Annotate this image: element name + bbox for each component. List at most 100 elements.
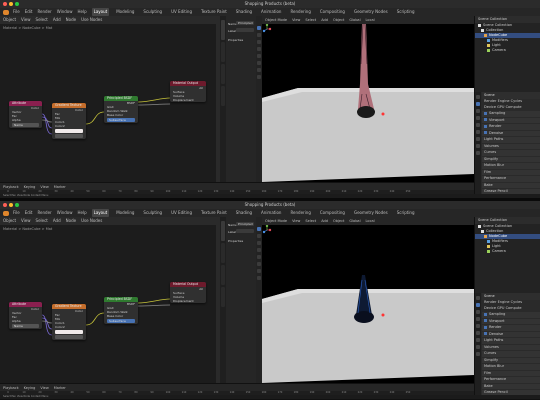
timeline-menu-view[interactable]: View: [40, 386, 48, 390]
menu-edit[interactable]: Edit: [25, 209, 33, 217]
viewport-header-add[interactable]: Add: [321, 219, 328, 223]
principled-bsdf-node[interactable]: Principled BSDF BSDF GGX Random Walk Base Co…: [104, 297, 138, 324]
menu-file[interactable]: File: [13, 8, 20, 16]
properties-row[interactable]: Bake: [482, 182, 540, 188]
attribute-node[interactable]: Attribute Color Vector Fac Alpha Name: [9, 101, 42, 128]
workspace-tab-texture-paint[interactable]: Texture Paint: [199, 209, 229, 217]
outliner-item[interactable]: Camera: [475, 249, 540, 254]
properties-row[interactable]: Motion Blur: [482, 163, 540, 169]
checkbox-icon[interactable]: [484, 118, 487, 121]
tool-tab-icon[interactable]: [476, 296, 480, 300]
modifier-tab-icon[interactable]: [476, 345, 480, 349]
node-name-field[interactable]: Principled: [236, 21, 254, 25]
cursor-tool-icon[interactable]: [257, 234, 261, 238]
attribute-name-field[interactable]: Name: [12, 123, 39, 127]
properties-row[interactable]: Film: [482, 370, 540, 376]
viewport-header-object-mode[interactable]: Object Mode: [265, 219, 287, 223]
scene-tab-icon[interactable]: [476, 123, 480, 127]
attribute-node[interactable]: Attribute Color Vector Fac Alpha Name: [9, 302, 42, 329]
menu-edit[interactable]: Edit: [25, 8, 33, 16]
sidebar-tab-node[interactable]: [221, 221, 225, 241]
checkbox-icon[interactable]: [484, 124, 487, 128]
3d-viewport[interactable]: Object Mode View Select Add Object Global Loca…: [262, 217, 474, 383]
menu-help[interactable]: Help: [77, 209, 86, 217]
timeline-menu-keying[interactable]: Keying: [24, 185, 36, 189]
workspace-tab-animation[interactable]: Animation: [259, 209, 283, 217]
properties-row[interactable]: Simplify: [482, 357, 540, 363]
node-label-field[interactable]: [236, 28, 254, 32]
node-label-field[interactable]: [236, 229, 254, 233]
scale-tool-icon[interactable]: [257, 255, 261, 259]
workspace-tab-sculpting[interactable]: Sculpting: [141, 209, 164, 217]
properties-row[interactable]: Device GPU Compute: [482, 306, 540, 312]
viewport-header-object-mode[interactable]: Object Mode: [265, 18, 287, 22]
workspace-tab-animation[interactable]: Animation: [259, 8, 283, 16]
tool-tab-icon[interactable]: [476, 95, 480, 99]
menu-window[interactable]: Window: [57, 209, 73, 217]
annotate-tool-icon[interactable]: [257, 68, 261, 72]
workspace-tab-rendering[interactable]: Rendering: [288, 209, 312, 217]
checkbox-icon[interactable]: [484, 111, 487, 115]
sidebar-tab-tool[interactable]: [221, 42, 225, 62]
workspace-tab-compositing[interactable]: Compositing: [318, 8, 347, 16]
color-swatch[interactable]: [55, 330, 83, 334]
workspace-tab-sculpting[interactable]: Sculpting: [141, 8, 164, 16]
3d-viewport[interactable]: Object Mode View Select Add Object Global Loca…: [262, 16, 474, 182]
navigation-gizmo-icon[interactable]: [262, 24, 272, 34]
workspace-tab-modeling[interactable]: Modeling: [114, 209, 136, 217]
properties-row[interactable]: Render: [482, 124, 540, 130]
timeline-menu-playback[interactable]: Playback: [3, 386, 19, 390]
workspace-tab-layout[interactable]: Layout: [91, 209, 110, 217]
properties-row[interactable]: Light Paths: [482, 137, 540, 143]
mix-dropdown[interactable]: [55, 335, 83, 339]
properties-row[interactable]: Bake: [482, 383, 540, 389]
sidebar-tab-node[interactable]: [221, 20, 225, 40]
checkbox-icon[interactable]: [484, 131, 487, 134]
sidebar-tab-tool[interactable]: [221, 243, 225, 263]
select-tool-icon[interactable]: [257, 26, 261, 30]
workspace-tab-scripting[interactable]: Scripting: [395, 209, 417, 217]
timeline-menu-view[interactable]: View: [40, 185, 48, 189]
color-swatch[interactable]: [55, 129, 83, 133]
properties-row[interactable]: Sampling: [482, 312, 540, 318]
navigation-gizmo-icon[interactable]: [262, 225, 272, 235]
output-tab-icon[interactable]: [476, 310, 480, 314]
rotate-tool-icon[interactable]: [257, 47, 261, 51]
attribute-name-field[interactable]: Name: [12, 324, 39, 328]
timeline-menu-playback[interactable]: Playback: [3, 185, 19, 189]
shader-node-editor[interactable]: Object View Select Add Node Use Nodes Material…: [0, 16, 216, 182]
timeline-menu-marker[interactable]: Marker: [54, 185, 66, 189]
cursor-tool-icon[interactable]: [257, 33, 261, 37]
properties-row[interactable]: Viewport: [482, 117, 540, 123]
transform-tool-icon[interactable]: [257, 61, 261, 65]
properties-row[interactable]: Volumes: [482, 143, 540, 149]
checkbox-icon[interactable]: [484, 312, 487, 316]
workspace-tab-scripting[interactable]: Scripting: [395, 8, 417, 16]
properties-row[interactable]: Render: [482, 325, 540, 331]
move-tool-icon[interactable]: [257, 40, 261, 44]
properties-row[interactable]: Viewport: [482, 318, 540, 324]
subsurface-field[interactable]: Subsurface: [107, 319, 135, 323]
measure-tool-icon[interactable]: [257, 75, 261, 79]
menu-render[interactable]: Render: [37, 8, 51, 16]
workspace-tab-rendering[interactable]: Rendering: [288, 8, 312, 16]
material-tab-icon[interactable]: [476, 352, 480, 356]
properties-row[interactable]: Sampling: [482, 111, 540, 117]
checkbox-icon[interactable]: [484, 325, 487, 329]
view-layer-tab-icon[interactable]: [476, 116, 480, 120]
sidebar-tab-options[interactable]: [221, 86, 225, 106]
material-tab-icon[interactable]: [476, 151, 480, 155]
select-tool-icon[interactable]: [257, 227, 261, 231]
viewport-header-select[interactable]: Select: [305, 18, 316, 22]
menu-render[interactable]: Render: [37, 209, 51, 217]
sidebar-tab-view[interactable]: [221, 64, 225, 84]
output-tab-icon[interactable]: [476, 109, 480, 113]
gradient-texture-node[interactable]: Gradient Texture Color Fac Mix Color1 Color2: [52, 304, 86, 340]
workspace-tab-layout[interactable]: Layout: [91, 8, 110, 16]
viewport-header-view[interactable]: View: [292, 18, 300, 22]
properties-row[interactable]: Simplify: [482, 156, 540, 162]
properties-row[interactable]: Curves: [482, 150, 540, 156]
viewport-header-global[interactable]: Global: [349, 18, 360, 22]
properties-row[interactable]: Motion Blur: [482, 364, 540, 370]
material-output-node[interactable]: Material Output All Surface Volume Displacem…: [170, 282, 206, 303]
